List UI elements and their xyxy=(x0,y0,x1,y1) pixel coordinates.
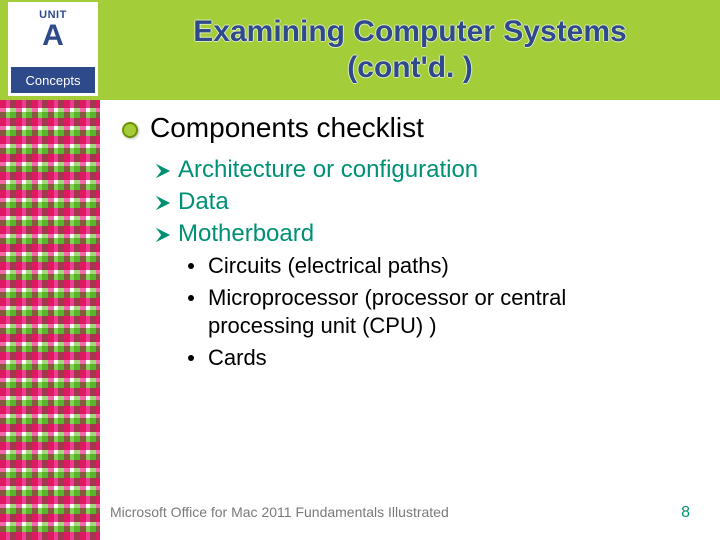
check-arrow-icon xyxy=(154,194,172,212)
slide-header: UNIT A Concepts Examining Computer Syste… xyxy=(0,0,720,100)
unit-subtitle: Concepts xyxy=(11,67,95,93)
bullet-level2: Motherboard xyxy=(154,220,710,248)
disc-bullet-icon xyxy=(188,295,194,301)
disc-bullet-icon xyxy=(188,355,194,361)
bullet-level3-text: Cards xyxy=(208,344,267,372)
slide-title: Examining Computer Systems (cont'd. ) xyxy=(110,6,710,94)
footer-text: Microsoft Office for Mac 2011 Fundamenta… xyxy=(110,504,449,520)
bullet-level3: Microprocessor (processor or central pro… xyxy=(188,284,710,340)
slide-footer: Microsoft Office for Mac 2011 Fundamenta… xyxy=(110,504,690,522)
bullet-level3-text: Microprocessor (processor or central pro… xyxy=(208,284,678,340)
bullet-level1: Components checklist xyxy=(122,112,710,144)
slide-body: Components checklist Architecture or con… xyxy=(110,110,710,376)
unit-badge: UNIT A Concepts xyxy=(8,2,98,96)
title-line-1: Examining Computer Systems xyxy=(193,14,626,50)
disc-bullet-icon xyxy=(188,263,194,269)
dot-bullet-icon xyxy=(122,122,138,138)
unit-letter: A xyxy=(42,21,64,51)
bullet-level2: Data xyxy=(154,188,710,216)
bullet-level2-text: Data xyxy=(178,188,229,216)
check-arrow-icon xyxy=(154,162,172,180)
bullet-level2-text: Motherboard xyxy=(178,220,314,248)
bullet-level3-text: Circuits (electrical paths) xyxy=(208,252,449,280)
unit-badge-top: UNIT A xyxy=(11,5,95,67)
page-number: 8 xyxy=(681,504,690,522)
bullet-level1-text: Components checklist xyxy=(150,112,424,144)
bullet-level3: Cards xyxy=(188,344,710,372)
check-arrow-icon xyxy=(154,226,172,244)
title-line-2: (cont'd. ) xyxy=(347,50,472,86)
bullet-level2-text: Architecture or configuration xyxy=(178,156,478,184)
bullet-level2: Architecture or configuration xyxy=(154,156,710,184)
bullet-level3: Circuits (electrical paths) xyxy=(188,252,710,280)
decorative-left-strip xyxy=(0,100,100,540)
